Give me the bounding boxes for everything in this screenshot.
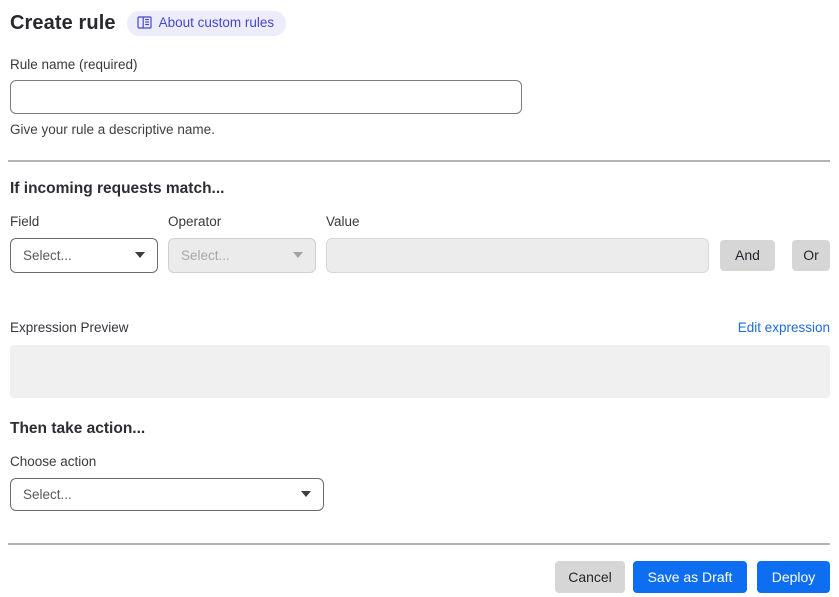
page-title: Create rule [10,11,116,34]
footer-actions: Cancel Save as Draft Deploy [10,560,830,593]
chevron-down-icon [293,252,303,258]
expression-preview-box [10,344,830,398]
choose-action-label: Choose action [10,453,97,469]
field-column: Field Select... [10,214,158,273]
deploy-button[interactable]: Deploy [757,560,830,593]
rule-name-label: Rule name (required) [10,56,138,72]
value-column: Value [326,214,709,273]
field-select-value: Select... [23,247,72,263]
book-icon [136,16,152,29]
about-custom-rules-link[interactable]: About custom rules [126,11,287,36]
section-divider [8,159,830,162]
action-section-heading: Then take action... [10,419,146,437]
rule-name-helper: Give your rule a descriptive name. [10,121,215,137]
expression-preview-label: Expression Preview [10,319,129,335]
or-button[interactable]: Or [792,239,830,271]
edit-expression-link[interactable]: Edit expression [738,320,830,335]
choose-action-select[interactable]: Select... [10,477,324,511]
operator-select-value: Select... [181,247,230,263]
operator-label: Operator [168,213,222,229]
save-as-draft-button[interactable]: Save as Draft [633,560,747,593]
field-select[interactable]: Select... [10,237,158,273]
cancel-button[interactable]: Cancel [555,560,625,593]
page-header: Create rule About custom rules [10,11,830,36]
choose-action-select-value: Select... [23,486,72,502]
chevron-down-icon [301,491,311,497]
chevron-down-icon [135,252,145,258]
about-custom-rules-label: About custom rules [158,15,275,30]
field-label: Field [10,213,40,229]
match-section-heading: If incoming requests match... [10,179,225,197]
value-input [326,237,709,273]
value-label: Value [326,213,360,229]
operator-column: Operator Select... [168,214,316,273]
expression-header-row: Expression Preview Edit expression [10,320,830,335]
rule-name-input[interactable] [10,79,522,114]
footer-divider [8,542,830,545]
operator-select: Select... [168,237,316,273]
condition-row: Field Select... Operator Select... Value… [10,214,830,273]
create-rule-page: Create rule About custom rules Rule name… [0,0,839,593]
and-button[interactable]: And [720,239,775,271]
